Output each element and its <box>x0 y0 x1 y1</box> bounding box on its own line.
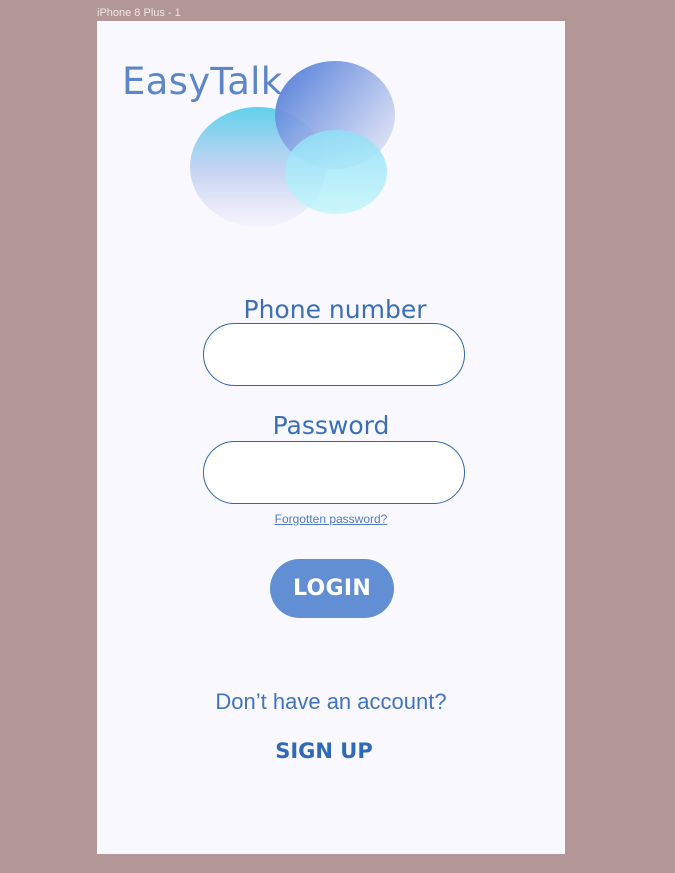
app-title: EasyTalk <box>122 60 283 103</box>
phone-number-label: Phone number <box>243 295 427 324</box>
password-input[interactable] <box>203 441 465 504</box>
phone-number-input[interactable] <box>203 323 465 386</box>
forgot-password-link[interactable]: Forgotten password? <box>231 512 431 526</box>
frame-label: iPhone 8 Plus - 1 <box>97 7 181 19</box>
phone-screen: EasyTalk Phone number Password Forgotten… <box>97 21 565 854</box>
no-account-text: Don’t have an account? <box>215 689 447 714</box>
password-label: Password <box>272 411 390 440</box>
login-button[interactable]: LOGIN <box>270 559 394 618</box>
speech-bubbles-logo-icon <box>190 61 395 227</box>
sign-up-link[interactable]: SIGN UP <box>254 739 394 763</box>
